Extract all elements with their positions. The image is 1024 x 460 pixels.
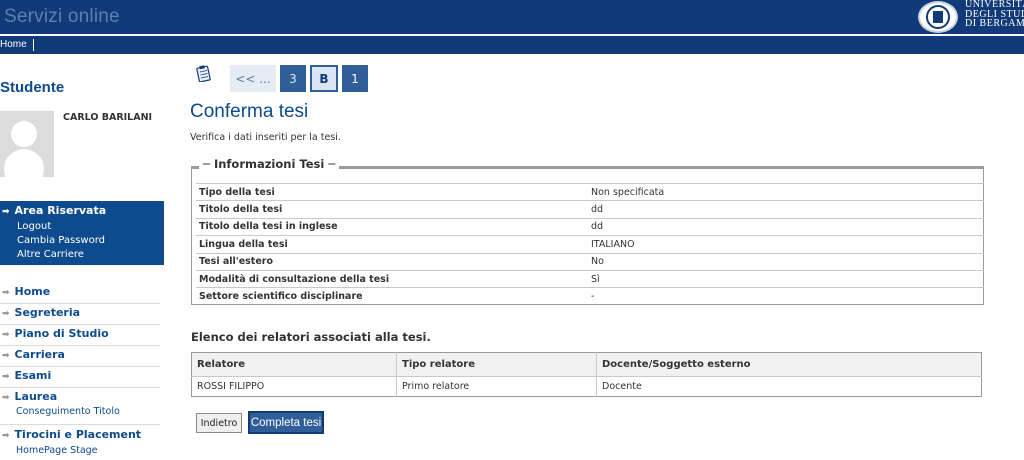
- info-value: Non specificata: [588, 182, 984, 201]
- relatore-kind: Docente: [602, 381, 642, 392]
- app-title: Servizi online: [4, 6, 120, 27]
- info-label: Tesi all'estero: [196, 252, 588, 271]
- sidebar-item-home[interactable]: ➡ Home: [0, 285, 160, 304]
- university-name: UNIVERSITÀ DEGLI STUDI DI BERGAMO: [965, 0, 1024, 29]
- column-header: Tipo relatore: [396, 352, 597, 377]
- table-row: Tipo della tesi Non specificata: [196, 182, 984, 201]
- menu-bar: Home: [0, 35, 1024, 54]
- table-row: ROSSI FILIPPO Primo relatore Docente: [191, 376, 982, 397]
- table-row: Modalità di consultazione della tesi Sì: [196, 269, 984, 288]
- column-header: Relatore: [191, 352, 397, 377]
- change-password-link[interactable]: Cambia Password: [17, 235, 105, 246]
- university-seal-icon[interactable]: [918, 1, 958, 33]
- wizard-step-1[interactable]: 1: [342, 65, 368, 92]
- complete-thesis-button[interactable]: Completa tesi: [248, 411, 324, 434]
- table-row: Settore scientifico disciplinare -: [196, 287, 984, 306]
- relatore-type: Primo relatore: [396, 376, 597, 397]
- reserved-area-box: ➡ Area Riservata Logout Cambia Password A…: [0, 201, 164, 265]
- wizard-step-3[interactable]: 3: [280, 65, 306, 92]
- arrow-right-icon: ➡: [2, 330, 10, 340]
- back-button[interactable]: Indietro: [196, 413, 242, 433]
- info-label: Tipo della tesi: [196, 182, 588, 201]
- info-value: ITALIANO: [588, 235, 984, 254]
- sidebar-item-piano-di-studio[interactable]: ➡ Piano di Studio: [0, 326, 160, 346]
- info-value: No: [588, 252, 984, 271]
- relatori-section-title: Elenco dei relatori associati alla tesi.: [191, 330, 431, 344]
- arrow-right-icon: ➡: [2, 351, 10, 361]
- page-subtitle: Verifica i dati inseriti per la tesi.: [190, 132, 341, 143]
- arrow-right-icon: ➡: [2, 372, 10, 382]
- thesis-info-table: Tipo della tesi Non specificata Titolo del…: [196, 182, 984, 306]
- other-careers-link[interactable]: Altre Carriere: [17, 249, 84, 260]
- info-value: Sì: [588, 269, 984, 288]
- table-row: Tesi all'estero No: [196, 252, 984, 271]
- info-value: -: [588, 287, 984, 306]
- menu-home-link[interactable]: Home: [0, 39, 34, 51]
- info-label: Lingua della tesi: [196, 235, 588, 254]
- table-row: Lingua della tesi ITALIANO: [196, 235, 984, 254]
- info-label: Titolo della tesi: [196, 200, 588, 219]
- table-row: Titolo della tesi in inglese dd: [196, 217, 984, 236]
- info-label: Modalità di consultazione della tesi: [196, 269, 588, 288]
- wizard-steps: << ... 3 B 1: [230, 65, 368, 92]
- wizard-step-current[interactable]: B: [310, 65, 338, 92]
- arrow-right-icon: ➡: [2, 431, 10, 441]
- clipboard-icon: [196, 65, 211, 82]
- relatore-name: ROSSI FILIPPO: [191, 376, 397, 397]
- relatori-table: Relatore Tipo relatore Docente/Soggetto …: [191, 352, 982, 397]
- info-label: Settore scientifico disciplinare: [196, 287, 588, 306]
- sidebar-item-carriera[interactable]: ➡ Carriera: [0, 347, 160, 367]
- table-row: Titolo della tesi dd: [196, 200, 984, 219]
- reserved-area-link[interactable]: ➡ Area Riservata: [2, 204, 106, 217]
- sidebar-item-laurea[interactable]: ➡ Laurea Conseguimento Titolo: [0, 389, 160, 425]
- sidebar-item-esami[interactable]: ➡ Esami: [0, 368, 160, 388]
- homepage-stage-link[interactable]: HomePage Stage: [16, 445, 98, 456]
- sidebar: Studente CARLO BARILANI ➡ Area Riservata …: [0, 54, 164, 460]
- avatar: [0, 111, 54, 177]
- wizard-step-back[interactable]: << ...: [230, 65, 276, 92]
- info-label: Titolo della tesi in inglese: [196, 217, 588, 236]
- top-header: Servizi online UNIVERSITÀ DEGLI STUDI DI…: [0, 0, 1024, 34]
- sidebar-item-segreteria[interactable]: ➡ Segreteria: [0, 305, 160, 325]
- sidebar-title: Studente: [0, 79, 65, 96]
- arrow-right-icon: ➡: [2, 207, 10, 217]
- info-value: dd: [588, 200, 984, 219]
- info-value: dd: [588, 217, 984, 236]
- student-name: CARLO BARILANI: [63, 112, 153, 123]
- sidebar-item-tirocini[interactable]: ➡ Tirocini e Placement HomePage Stage: [0, 427, 160, 460]
- arrow-right-icon: ➡: [2, 393, 10, 403]
- arrow-right-icon: ➡: [2, 309, 10, 319]
- arrow-right-icon: ➡: [2, 288, 10, 298]
- logout-link[interactable]: Logout: [17, 221, 51, 232]
- thesis-info-legend: ━ Informazioni Tesi ━: [199, 157, 340, 171]
- column-header: Docente/Soggetto esterno: [596, 352, 982, 377]
- page-title: Conferma tesi: [190, 101, 309, 122]
- conseguimento-titolo-link[interactable]: Conseguimento Titolo: [16, 406, 120, 417]
